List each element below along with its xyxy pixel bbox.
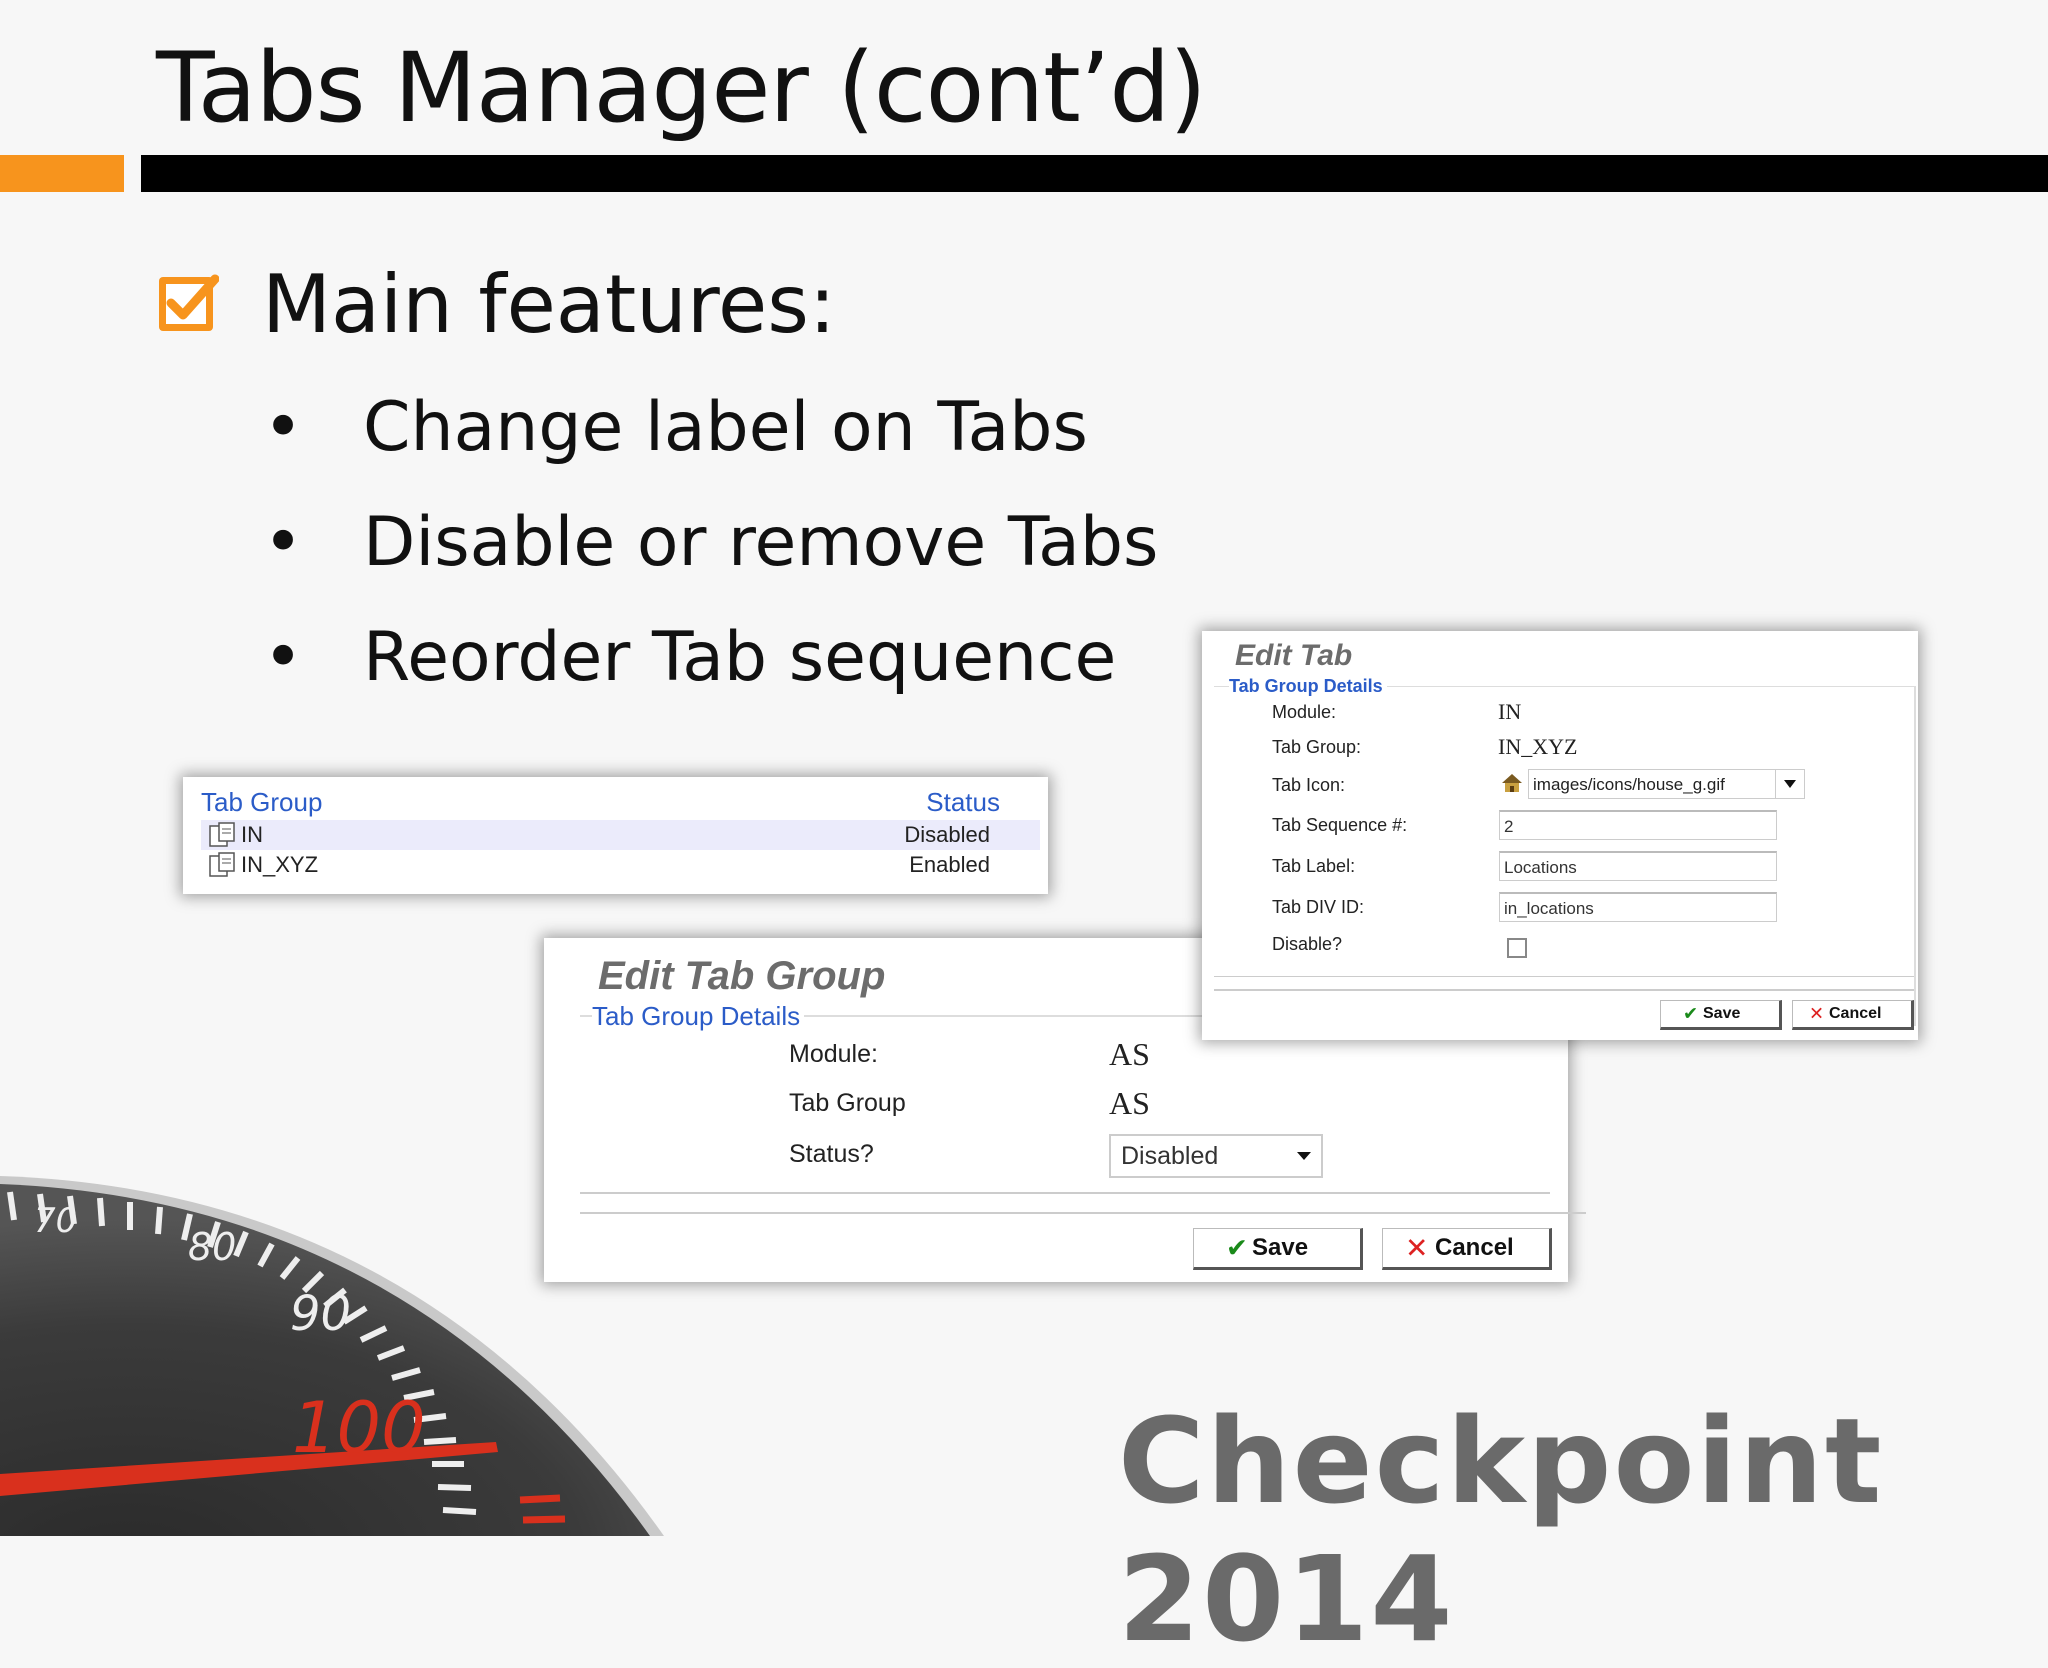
table-row[interactable]: IN Disabled [201,820,1040,850]
divider [1214,989,1914,991]
bullet-icon: • [263,388,304,467]
select-arrow-box[interactable] [1775,770,1804,798]
list-item: • Disable or remove Tabs [255,495,1158,610]
module-value: AS [1109,1036,1150,1072]
tab-icon-label: Tab Icon: [1272,775,1346,795]
tab-group-label: Tab Group [789,1089,906,1117]
save-button-label: Save [1252,1234,1309,1261]
save-button[interactable]: ✔ Save [1660,1000,1782,1030]
close-icon: ✕ [1405,1232,1429,1264]
fieldset-legend: Tab Group Details [1229,676,1387,697]
speed-number: 70 [34,1201,77,1241]
divider [580,1192,1550,1194]
module-value: IN [1498,699,1522,724]
feature-list: • Change label on Tabs • Disable or remove… [255,380,1158,725]
div-id-value: in_locations [1504,899,1594,918]
speed-number: 80 [188,1225,236,1269]
fieldset-legend: Tab Group Details [592,1001,805,1032]
cancel-button-label: Cancel [1829,1005,1882,1022]
title-divider-bar [141,155,2048,192]
tab-icon-value: images/icons/house_g.gif [1533,775,1725,794]
feature-text: Reorder Tab sequence [363,618,1117,697]
dialog-title: Edit Tab Group [598,954,886,998]
save-button[interactable]: ✔ Save [1193,1228,1363,1270]
divider [580,1212,1586,1214]
divider [1214,976,1914,977]
checkbox-icon [159,274,219,331]
cancel-button[interactable]: ✕ Cancel [1792,1000,1914,1030]
module-label: Module: [1272,702,1337,722]
div-id-label: Tab DIV ID: [1272,897,1365,917]
tab-group-value: IN_XYZ [1498,734,1578,759]
feature-text: Disable or remove Tabs [363,503,1159,582]
document-edit-icon[interactable] [207,852,237,878]
main-heading: Main features: [262,258,836,351]
tab-group-list-panel: Tab Group Status IN Disabled IN_XYZ Enab… [183,777,1048,894]
cancel-button-label: Cancel [1435,1234,1514,1261]
brand-logo-text: Checkpoint 2014 [1118,1392,1884,1668]
tab-group-name: IN [241,822,263,847]
tab-label-input[interactable]: Locations [1499,851,1777,881]
tab-group-label: Tab Group: [1272,737,1362,757]
house-icon [1502,774,1522,792]
column-header-tab-group[interactable]: Tab Group [201,787,322,818]
module-label: Module: [789,1040,878,1068]
document-edit-icon[interactable] [207,822,237,848]
save-button-label: Save [1703,1005,1741,1022]
fieldset-border [1914,686,1916,1026]
table-row[interactable]: IN_XYZ Enabled [201,850,1040,880]
sequence-label: Tab Sequence #: [1272,815,1408,835]
tab-group-value: AS [1109,1085,1150,1121]
slide-title: Tabs Manager (cont’d) [156,32,1207,144]
edit-tab-dialog: Edit Tab Tab Group Details Module: IN Ta… [1202,631,1918,1040]
disable-label: Disable? [1272,934,1343,954]
cancel-button[interactable]: ✕ Cancel [1382,1228,1552,1270]
list-item: • Reorder Tab sequence [255,610,1158,725]
tab-group-status: Enabled [909,852,990,877]
tab-group-status: Disabled [904,822,990,847]
checkmark-icon: ✔ [1226,1232,1248,1263]
close-icon: ✕ [1809,1003,1825,1024]
div-id-input[interactable]: in_locations [1499,892,1777,922]
accent-bar [0,155,124,192]
status-select[interactable]: Disabled [1109,1134,1323,1178]
list-item: • Change label on Tabs [255,380,1158,495]
feature-text: Change label on Tabs [363,388,1088,467]
sequence-value: 2 [1504,817,1514,836]
status-label: Status? [789,1140,874,1168]
tab-label-value: Locations [1504,858,1577,877]
column-header-status[interactable]: Status [926,787,1000,818]
chevron-down-icon[interactable] [1784,780,1796,788]
tab-label-label: Tab Label: [1272,856,1356,876]
table-header: Tab Group Status [201,787,1000,819]
tab-group-name: IN_XYZ [241,852,319,877]
bullet-icon: • [263,503,304,582]
disable-checkbox[interactable] [1507,938,1527,958]
dialog-title: Edit Tab [1235,639,1353,672]
speed-number: 100 [292,1387,426,1469]
checkmark-icon: ✔ [1683,1003,1699,1024]
speed-number: 90 [290,1286,351,1342]
sequence-input[interactable]: 2 [1499,810,1777,840]
bullet-icon: • [263,618,304,697]
chevron-down-icon[interactable] [1297,1152,1311,1160]
status-select-value: Disabled [1121,1142,1219,1170]
tab-icon-select[interactable]: images/icons/house_g.gif [1528,769,1805,799]
